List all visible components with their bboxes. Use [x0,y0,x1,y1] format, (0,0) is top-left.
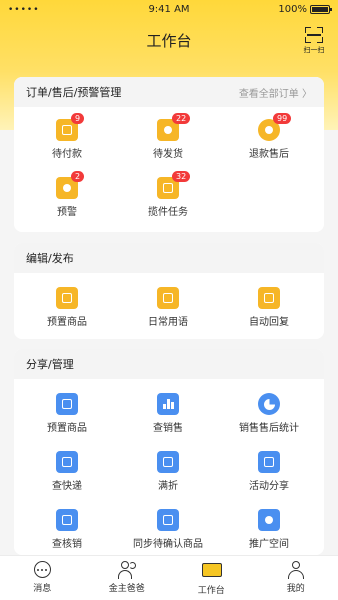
tab-messages[interactable]: 消息 [0,556,85,600]
share-icon [258,509,280,531]
scan-icon [305,27,323,43]
tab-label: 我的 [286,584,305,594]
battery-status: 100% [278,4,332,15]
coupon-icon [157,451,179,473]
edit-item-label: 预置商品 [47,317,87,328]
orders-card-header: 订单/售后/预警管理 查看全部订单 〉 [14,77,324,107]
order-item-label: 待付款 [52,149,82,160]
list-icon [157,509,179,531]
share-item-label: 推广空间 [249,539,289,550]
battery-percent: 100% [278,4,307,15]
package-icon: 32 [157,171,191,199]
order-item-alert[interactable]: 2 预警 [17,171,117,218]
share-card-header: 分享/管理 [14,349,324,379]
share-item-label: 查核销 [52,539,82,550]
bar-chart-icon [157,393,179,415]
edit-item-label: 自动回复 [249,317,289,328]
order-badge: 22 [172,113,191,124]
location-pin-icon: 22 [157,113,191,141]
reply-icon [258,287,280,309]
orders-card-title: 订单/售后/预警管理 [26,86,122,99]
edit-item-preset-products[interactable]: 预置商品 [17,287,117,328]
edit-card-title: 编辑/发布 [26,252,74,265]
bottom-tab-bar: 消息 金主爸爸 工作台 我的 [0,555,338,600]
order-item-label: 揽件任务 [148,207,188,218]
share-item-sales-stats[interactable]: 销售售后统计 [219,393,319,434]
order-item-pickup-task[interactable]: 32 揽件任务 [118,171,218,218]
battery-icon [310,5,332,14]
document-icon [56,393,78,415]
order-badge: 99 [273,113,292,124]
pie-chart-icon [258,393,280,415]
status-bar: ••••• 9:41 AM 100% [0,0,338,20]
edit-item-daily-phrases[interactable]: 日常用语 [118,287,218,328]
page-title: 工作台 [146,32,192,50]
share-item-promotion-space[interactable]: 推广空间 [219,509,319,550]
share-item-check-express[interactable]: 查快递 [17,451,117,492]
view-all-orders-link[interactable]: 查看全部订单 〉 [239,85,312,100]
share-item-activity-share[interactable]: 活动分享 [219,451,319,492]
chat-icon [33,561,51,579]
share-item-label: 活动分享 [249,481,289,492]
edit-item-auto-reply[interactable]: 自动回复 [219,287,319,328]
users-icon [117,561,136,579]
order-item-refund[interactable]: 99 退款售后 [219,113,319,160]
share-item-label: 预置商品 [47,423,87,434]
order-item-pending-payment[interactable]: 9 待付款 [17,113,117,160]
share-item-label: 同步待确认商品 [133,539,203,550]
wallet-icon: 9 [56,113,85,141]
order-badge: 2 [71,171,85,182]
alarm-icon: 2 [56,171,85,199]
tab-label: 金主爸爸 [108,584,145,594]
truck-icon [56,451,78,473]
edit-card: 编辑/发布 预置商品 日常用语 自动回复 [14,243,324,339]
share-item-label: 满折 [158,481,178,492]
share-item-discount[interactable]: 满折 [118,451,218,492]
refund-icon: 99 [258,113,292,141]
desk-icon [202,563,223,581]
edit-item-label: 日常用语 [148,317,188,328]
orders-card: 订单/售后/预警管理 查看全部订单 〉 9 待付款 22 待发货 99 退款售后… [14,77,324,232]
share-card: 分享/管理 预置商品 查销售 销售售后统计 查快递 满折 活动分享 查核销 同步… [14,349,324,555]
share-item-preset-products[interactable]: 预置商品 [17,393,117,434]
share-item-check-sales[interactable]: 查销售 [118,393,218,434]
scan-button[interactable]: 扫一扫 [302,27,326,55]
flag-icon [258,451,280,473]
check-ticket-icon [56,509,78,531]
clipboard-icon [56,287,78,309]
message-icon [157,287,179,309]
share-item-sync-products[interactable]: 同步待确认商品 [118,509,218,550]
order-item-label: 退款售后 [249,149,289,160]
share-item-check-redemption[interactable]: 查核销 [17,509,117,550]
order-item-label: 待发货 [153,149,183,160]
tab-label: 工作台 [197,586,225,596]
edit-card-header: 编辑/发布 [14,243,324,273]
share-item-label: 查销售 [153,423,183,434]
scan-label: 扫一扫 [303,46,325,54]
order-badge: 9 [71,113,85,124]
tab-label: 消息 [33,584,52,594]
order-item-pending-shipment[interactable]: 22 待发货 [118,113,218,160]
share-item-label: 查快递 [52,481,82,492]
share-item-label: 销售售后统计 [239,423,299,434]
person-icon [287,561,305,579]
tab-sponsors[interactable]: 金主爸爸 [85,556,170,600]
order-badge: 32 [172,171,191,182]
tab-workbench[interactable]: 工作台 [169,556,254,600]
order-item-label: 预警 [57,207,77,218]
tab-me[interactable]: 我的 [254,556,338,600]
share-card-title: 分享/管理 [26,358,74,371]
